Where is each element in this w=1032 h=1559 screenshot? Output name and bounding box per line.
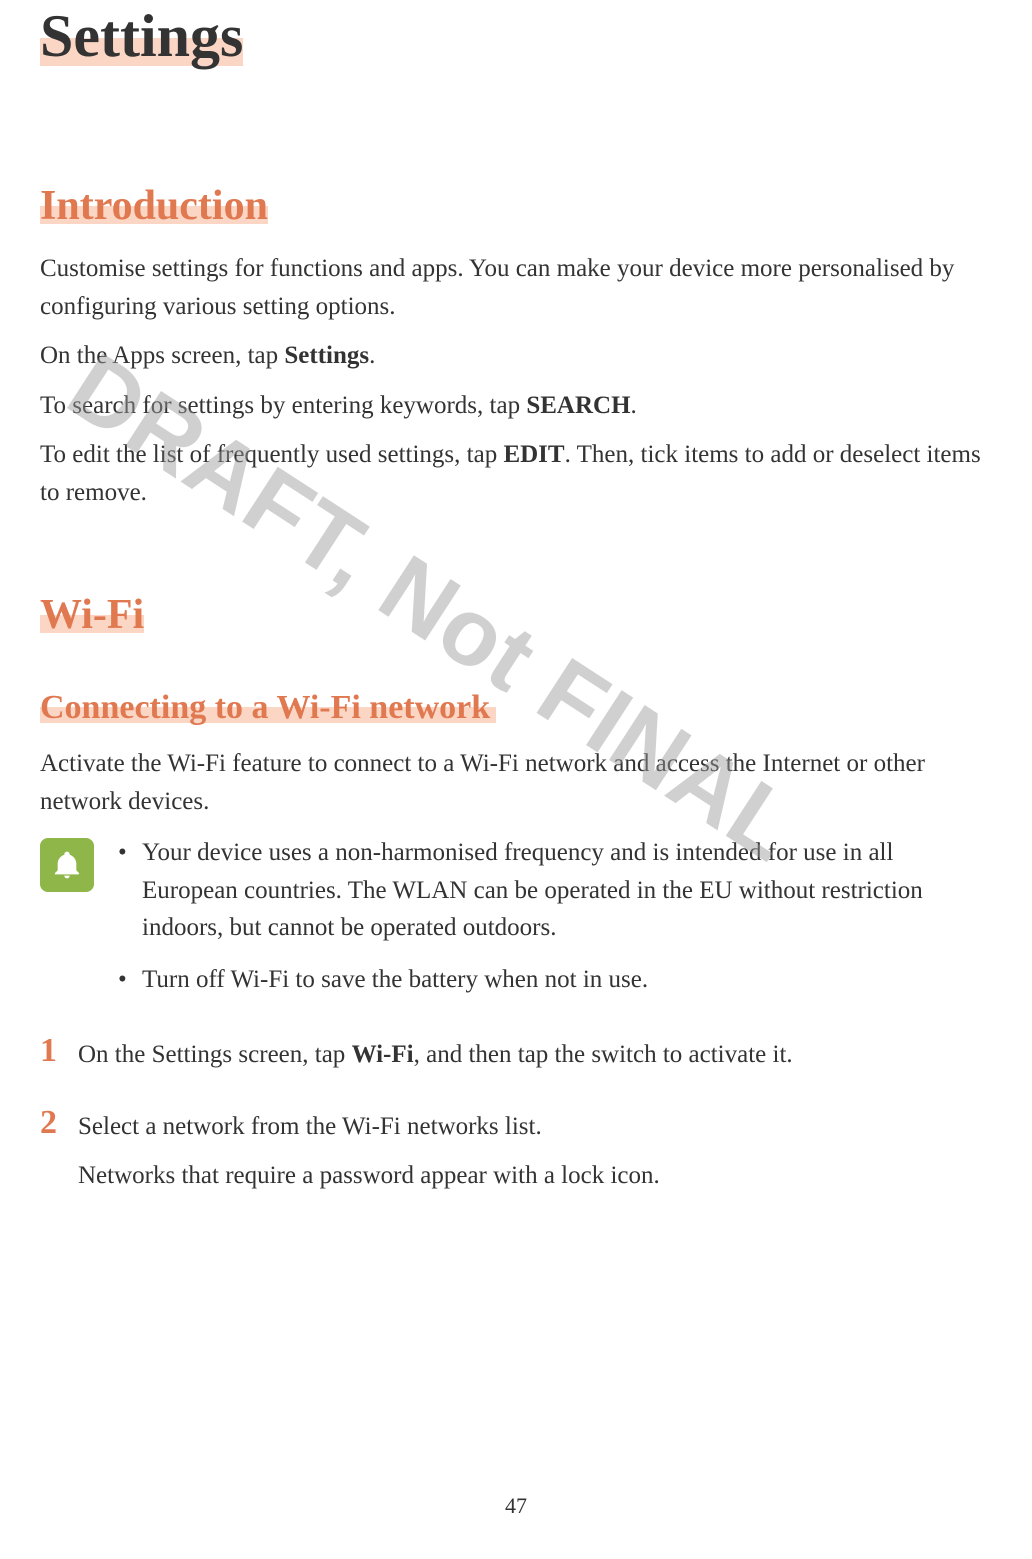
text-span: On the Apps screen, tap <box>40 342 284 369</box>
step-1: 1 On the Settings screen, tap Wi-Fi, and… <box>40 1032 992 1086</box>
note-item: Turn off Wi-Fi to save the battery when … <box>118 961 992 999</box>
page-number: 47 <box>0 1493 1032 1519</box>
intro-paragraph-1: Customise settings for functions and app… <box>40 250 992 325</box>
text-span: To edit the list of frequently used sett… <box>40 441 503 468</box>
wifi-intro-paragraph: Activate the Wi-Fi feature to connect to… <box>40 745 992 820</box>
intro-paragraph-3: To search for settings by entering keywo… <box>40 387 992 425</box>
step-body: On the Settings screen, tap Wi-Fi, and t… <box>78 1032 793 1086</box>
bold-wifi: Wi-Fi <box>352 1041 414 1068</box>
text-span: . <box>369 342 375 369</box>
intro-paragraph-4: To edit the list of frequently used sett… <box>40 436 992 511</box>
subsection-heading-connecting: Connecting to a Wi-Fi network <box>40 689 992 727</box>
text-span: . <box>631 392 637 419</box>
bell-icon <box>51 849 83 881</box>
section-heading-text: Wi-Fi <box>40 592 144 638</box>
chapter-title-text: Settings <box>40 3 243 69</box>
note-item: Your device uses a non-harmonised freque… <box>118 834 992 947</box>
bold-edit: EDIT <box>503 441 564 468</box>
note-icon <box>40 838 94 892</box>
text-span: On the Settings screen, tap <box>78 1041 352 1068</box>
text-span: , and then tap the switch to activate it… <box>414 1041 793 1068</box>
step-number: 1 <box>40 1032 60 1069</box>
bold-search: SEARCH <box>526 392 630 419</box>
step-line: Networks that require a password appear … <box>78 1157 660 1195</box>
note-content: Your device uses a non-harmonised freque… <box>118 834 992 1012</box>
section-heading-text: Introduction <box>40 183 268 229</box>
step-body: Select a network from the Wi-Fi networks… <box>78 1104 660 1207</box>
section-heading-introduction: Introduction <box>40 182 992 230</box>
step-2: 2 Select a network from the Wi-Fi networ… <box>40 1104 992 1207</box>
chapter-title: Settings <box>40 0 992 72</box>
note-box: Your device uses a non-harmonised freque… <box>40 834 992 1012</box>
step-number: 2 <box>40 1104 60 1141</box>
bold-settings: Settings <box>284 342 369 369</box>
section-heading-wifi: Wi-Fi <box>40 591 992 639</box>
step-line: Select a network from the Wi-Fi networks… <box>78 1108 660 1146</box>
text-span: To search for settings by entering keywo… <box>40 392 526 419</box>
subsection-heading-text: Connecting to a Wi-Fi network <box>40 689 490 726</box>
intro-paragraph-2: On the Apps screen, tap Settings. <box>40 337 992 375</box>
